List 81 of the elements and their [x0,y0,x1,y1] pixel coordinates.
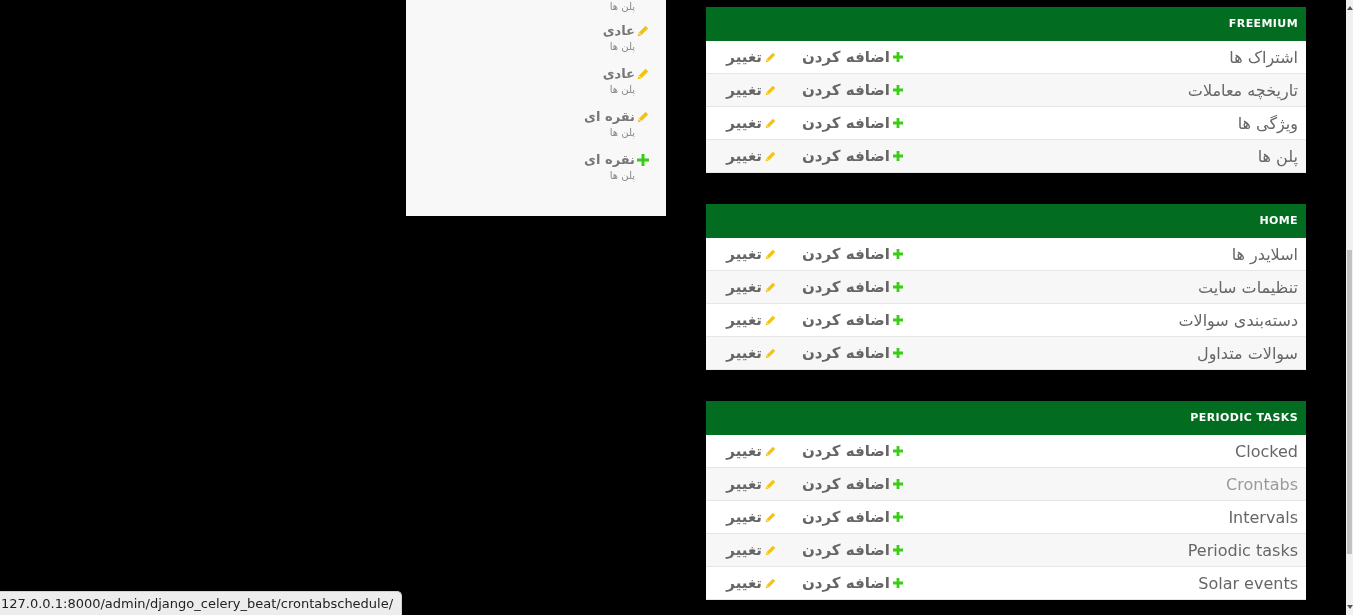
pencil-icon [765,281,776,293]
model-link[interactable]: سوالات متداول [1197,343,1298,363]
plus-icon [893,118,903,128]
plus-icon [893,282,903,292]
change-link[interactable]: تغییر [726,147,776,165]
model-link[interactable]: پلن ها [1257,146,1298,166]
module-header[interactable]: PERIODIC TASKS [706,401,1306,435]
model-link[interactable]: Periodic tasks [1187,540,1298,560]
plus-icon [893,52,903,62]
pencil-icon [765,577,776,589]
scroll-up-icon[interactable] [1346,6,1353,10]
model-link[interactable]: دسته‌بندی سوالات [1178,310,1298,330]
add-link[interactable]: اضافه کردن [802,442,903,460]
action-link[interactable]: عادی [602,65,635,83]
content-type-label: پلن ها [609,83,635,96]
plus-icon [893,479,903,489]
pencil-icon [765,314,776,326]
pencil-icon [765,150,776,162]
change-link[interactable]: تغییر [726,574,776,592]
model-link[interactable]: تنظیمات سایت [1198,277,1298,297]
add-link[interactable]: اضافه کردن [802,541,903,559]
add-link[interactable]: اضافه کردن [802,147,903,165]
model-link[interactable]: Intervals [1228,507,1298,527]
module-header[interactable]: FREEMIUM [706,7,1306,41]
action-link[interactable]: عادی [602,22,635,40]
add-link[interactable]: اضافه کردن [802,311,903,329]
plus-icon [893,348,903,358]
add-link[interactable]: اضافه کردن [802,245,903,263]
add-link[interactable]: اضافه کردن [802,48,903,66]
content-type-label: پلن ها [609,40,635,53]
change-link[interactable]: تغییر [726,278,776,296]
pencil-icon [765,478,776,490]
pencil-icon [765,347,776,359]
module-header[interactable]: HOME [706,204,1306,238]
plus-icon [893,545,903,555]
model-link[interactable]: Solar events [1198,573,1298,593]
pencil-icon [765,511,776,523]
model-link[interactable]: اشتراک ها [1229,47,1298,67]
pencil-icon [765,117,776,129]
add-link[interactable]: اضافه کردن [802,574,903,592]
change-link[interactable]: تغییر [726,81,776,99]
action-link[interactable]: نقره ای [584,108,635,126]
model-link[interactable]: Clocked [1235,441,1298,461]
model-link[interactable]: ویژگی ها [1237,113,1298,133]
status-bar-url: 127.0.0.1:8000/admin/django_celery_beat/crontabschedule/ [0,591,403,615]
change-link[interactable]: تغییر [726,48,776,66]
pencil-icon [765,51,776,63]
model-link[interactable]: اسلایدر ها [1231,244,1298,264]
scroll-down-icon[interactable] [1346,605,1353,609]
add-link[interactable]: اضافه کردن [802,278,903,296]
pencil-icon [765,84,776,96]
add-link[interactable]: اضافه کردن [802,475,903,493]
plus-icon [893,578,903,588]
add-link[interactable]: اضافه کردن [802,81,903,99]
content-type-label: پلن ها [609,0,635,13]
plus-icon [893,315,903,325]
action-link[interactable]: نقره ای [584,151,635,169]
content-type-label: پلن ها [609,126,635,139]
change-link[interactable]: تغییر [726,508,776,526]
add-link[interactable]: اضافه کردن [802,344,903,362]
add-link[interactable]: اضافه کردن [802,508,903,526]
change-link[interactable]: تغییر [726,541,776,559]
plus-icon [893,512,903,522]
model-link[interactable]: تاریخچه معاملات [1187,80,1298,100]
content-type-label: پلن ها [609,169,635,182]
scrollbar[interactable] [1346,0,1353,615]
change-link[interactable]: تغییر [726,442,776,460]
pencil-icon [765,544,776,556]
scrollbar-thumb[interactable] [1347,250,1352,554]
change-link[interactable]: تغییر [726,245,776,263]
change-link[interactable]: تغییر [726,475,776,493]
change-link[interactable]: تغییر [726,344,776,362]
add-link[interactable]: اضافه کردن [802,114,903,132]
plus-icon [893,249,903,259]
change-link[interactable]: تغییر [726,311,776,329]
plus-icon [893,151,903,161]
pencil-icon [765,445,776,457]
plus-icon [893,85,903,95]
change-link[interactable]: تغییر [726,114,776,132]
pencil-icon [765,248,776,260]
plus-icon [893,446,903,456]
